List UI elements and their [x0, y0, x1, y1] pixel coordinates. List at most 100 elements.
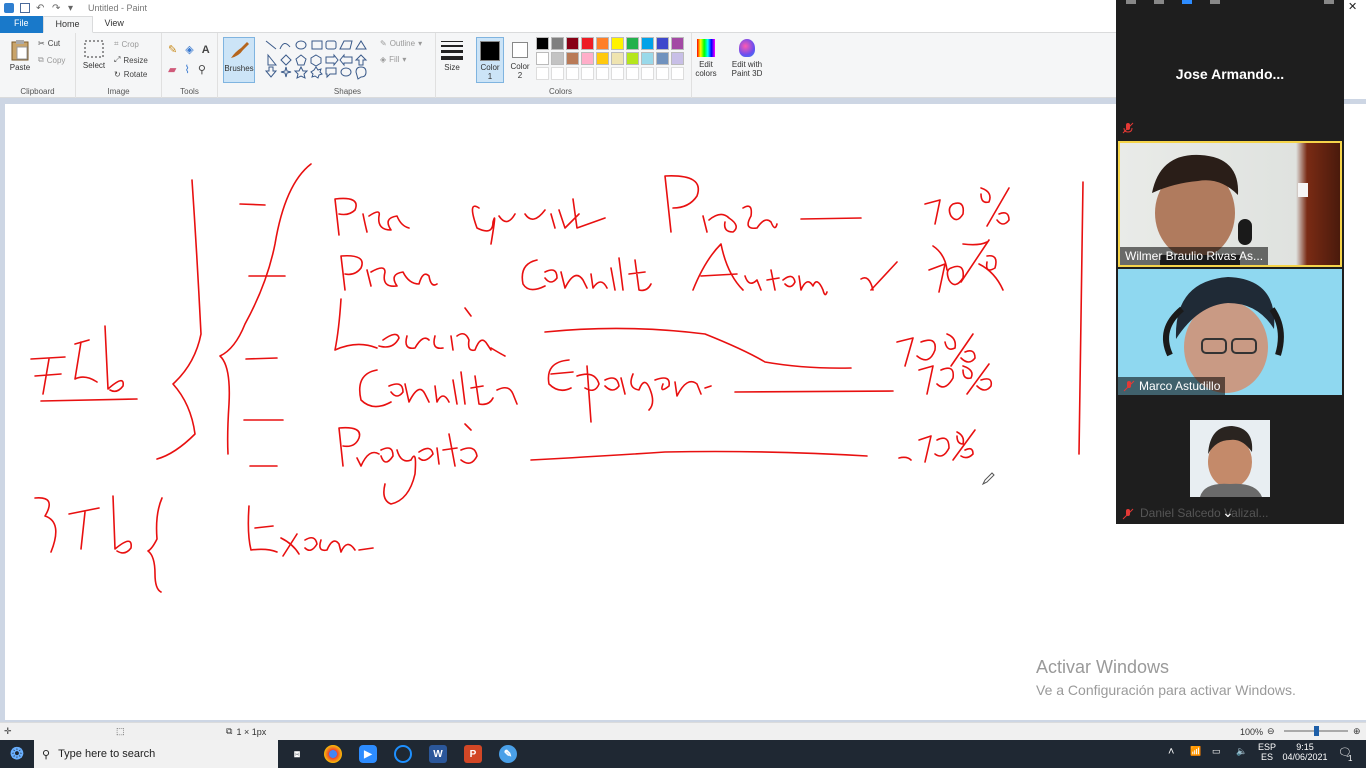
save-icon[interactable] [20, 3, 30, 13]
window-title: Untitled - Paint [88, 3, 148, 13]
resize-button[interactable]: ⤢ Resize [114, 55, 148, 65]
zoom-app-icon[interactable]: ▶ [359, 745, 377, 763]
selection-size: ⬚ [116, 726, 125, 737]
tab-view[interactable]: View [93, 16, 136, 33]
participant-video-wilmer[interactable]: Wilmer Braulio Rivas As... [1118, 141, 1342, 267]
zoom-slider[interactable] [1284, 726, 1348, 736]
grid-icon[interactable] [1210, 0, 1220, 4]
keyboard-label: ES [1261, 752, 1274, 762]
magnifier-icon[interactable]: ⚲ [198, 63, 206, 76]
colors-group: Colors [430, 33, 692, 98]
taskbar-search[interactable]: ⚲ Type here to search [34, 740, 278, 768]
start-button-icon[interactable]: ❂ [8, 745, 26, 763]
pencil-cursor-icon [981, 472, 995, 486]
outline-label: Outline [389, 39, 416, 48]
tools-group: ✎ ◈ A ▰ ⌇ ⚲ Tools [162, 33, 218, 98]
fill-button[interactable]: ◈ Fill ▾ [380, 55, 406, 64]
crop-button[interactable]: ⌗ Crop [114, 39, 139, 49]
canvas-size: ⧉ 1 × 1px [226, 726, 266, 737]
redo-icon[interactable]: ↷ [52, 3, 62, 14]
notification-count: 1 [1348, 754, 1353, 763]
shapes-gallery-icon[interactable] [264, 39, 376, 83]
tab-home[interactable]: Home [42, 16, 93, 33]
paint3d-label-2: Paint 3D [731, 69, 763, 78]
resize-icon: ⤢ [114, 55, 121, 64]
participant-photo [1200, 426, 1262, 497]
copy-button[interactable]: ⧉ Copy [38, 55, 65, 65]
crop-label: Crop [121, 39, 139, 49]
active-speaker-name: Jose Armando... [1175, 66, 1285, 82]
participant-video-daniel[interactable] [1190, 420, 1270, 497]
task-view-icon[interactable]: ⧈ [288, 745, 306, 763]
battery-icon[interactable]: ▭ [1212, 746, 1221, 757]
zoom-meeting-panel: Jose Armando... Wilmer Braulio Rivas As.… [1116, 0, 1344, 524]
panel-options-icon[interactable] [1324, 0, 1334, 4]
paint3d-icon [739, 39, 755, 57]
paste-button[interactable]: Paste [6, 39, 34, 72]
zoom-in-icon[interactable]: ⊕ [1353, 726, 1361, 737]
edge-icon[interactable] [394, 745, 412, 763]
minimize-icon[interactable] [1126, 0, 1136, 4]
customize-quick-access-icon[interactable]: ▾ [68, 3, 78, 14]
fill-bucket-icon[interactable]: ◈ [185, 43, 193, 56]
select-label: Select [82, 61, 106, 70]
participant-name: Marco Astudillo [1139, 379, 1221, 393]
chevron-down-icon[interactable]: ⌄ [1222, 504, 1234, 521]
zoom-slider-thumb[interactable] [1313, 726, 1319, 736]
cursor-position: ✛ [4, 726, 12, 737]
eraser-icon[interactable]: ▰ [168, 63, 176, 76]
participant-video-marco[interactable]: Marco Astudillo [1118, 269, 1342, 395]
clipboard-group-label: Clipboard [20, 87, 55, 96]
clock[interactable]: 9:15 04/06/2021 [1282, 742, 1328, 762]
canvas-size-label: 1 × 1px [236, 726, 267, 737]
network-icon[interactable]: 📶 [1190, 746, 1201, 757]
volume-icon[interactable]: 🔈 [1236, 746, 1247, 757]
color-wheel-icon [697, 39, 715, 57]
close-window-icon[interactable]: ✕ [1348, 0, 1357, 13]
show-hidden-icons-icon[interactable]: ˄ [1168, 746, 1174, 758]
gallery-icon[interactable] [1154, 0, 1164, 4]
word-icon[interactable]: W [429, 745, 447, 763]
edit-colors-button[interactable]: Edit colors [692, 39, 720, 78]
input-language[interactable]: ESP ES [1258, 742, 1276, 762]
undo-icon[interactable]: ↶ [36, 3, 46, 14]
rotate-label: Rotate [123, 70, 148, 79]
zoom-out-icon[interactable]: ⊖ [1267, 726, 1275, 737]
color-picker-icon[interactable]: ⌇ [184, 63, 189, 76]
clock-date: 04/06/2021 [1282, 752, 1328, 762]
copy-label: Copy [46, 55, 66, 65]
select-rectangle-icon [84, 40, 104, 58]
outline-button[interactable]: ✎ Outline ▾ [380, 39, 422, 48]
edit-with-paint3d-button[interactable]: Edit with Paint 3D [728, 39, 766, 78]
watermark-title: Activar Windows [1036, 657, 1170, 677]
select-button[interactable]: Select [80, 39, 108, 70]
speaker-view-icon[interactable] [1182, 0, 1192, 4]
cut-button[interactable]: ✂ Cut [38, 39, 60, 48]
rotate-button[interactable]: ↻ Rotate [114, 70, 147, 79]
participant-name-row: Marco Astudillo [1118, 377, 1226, 395]
participant-name: Wilmer Braulio Rivas As... [1120, 247, 1269, 265]
powerpoint-icon[interactable]: P [464, 745, 482, 763]
search-placeholder: Type here to search [58, 748, 156, 760]
chrome-icon[interactable] [324, 745, 342, 763]
clipboard-icon [11, 40, 29, 61]
brush-icon [231, 42, 249, 58]
paint-taskbar-icon[interactable]: ✎ [499, 745, 517, 763]
text-icon[interactable]: A [202, 44, 210, 56]
zoom-panel-controls [1116, 0, 1344, 8]
rotate-icon: ↻ [114, 70, 121, 79]
canvas-size-icon: ⧉ [226, 726, 233, 736]
copy-icon: ⧉ [38, 55, 44, 64]
brushes-button[interactable]: Brushes [223, 37, 255, 83]
outline-icon: ✎ [380, 39, 387, 48]
watermark-subtitle: Ve a Configuración para activar Windows. [1036, 682, 1296, 698]
tab-file[interactable]: File [0, 16, 43, 33]
cut-label: Cut [47, 39, 61, 48]
tools-group-label: Tools [180, 87, 199, 96]
muted-mic-icon [1123, 380, 1135, 392]
pencil-icon[interactable]: ✎ [168, 43, 177, 56]
resize-label: Resize [123, 55, 148, 65]
fill-label: Fill [389, 55, 400, 64]
edit-colors-label: Edit [699, 60, 713, 69]
fill-icon: ◈ [380, 55, 387, 64]
